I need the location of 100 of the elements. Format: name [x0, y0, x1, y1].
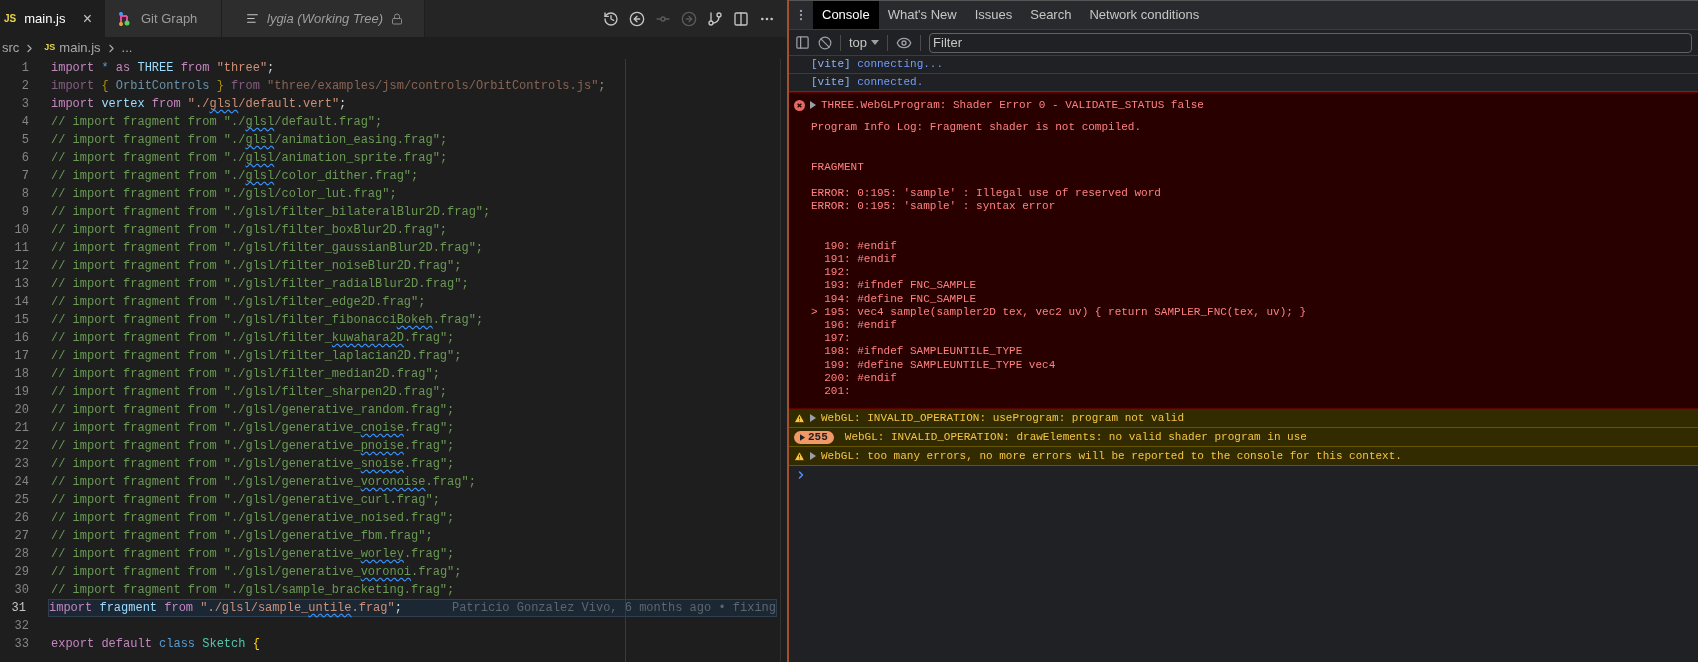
branch-icon[interactable]: [707, 10, 723, 27]
code-line: // import fragment from "./glsl/filter_radialBlur2D.frag";: [51, 276, 469, 293]
code-line: import vertex from "./glsl/default.vert";: [51, 96, 347, 113]
editor-tab[interactable]: lygia (Working Tree): [222, 0, 425, 37]
code-line: // import fragment from "./glsl/generative_voronoi.frag";: [51, 564, 462, 581]
line-number: 23: [13, 456, 29, 473]
line-number: 27: [13, 528, 29, 545]
code-line: import * as THREE from "three";: [51, 60, 275, 77]
line-number: 28: [13, 546, 29, 563]
code-line: // import fragment from "./glsl/filter_gaussianBlur2D.frag";: [51, 240, 484, 257]
editor-tab[interactable]: JS main.js ×: [0, 0, 105, 37]
tab-label: Git Graph: [141, 9, 198, 28]
warning-text: WebGL: INVALID_OPERATION: useProgram: program not valid: [821, 411, 1185, 426]
dropdown-caret-icon: [871, 40, 880, 45]
line-number: 26: [13, 510, 29, 527]
line-number: 6: [20, 150, 29, 167]
tab-label: main.js: [24, 9, 66, 28]
line-number: 18: [13, 366, 29, 383]
code-line: // import fragment from "./glsl/filter_median2D.frag";: [51, 366, 440, 383]
line-number: 20: [13, 402, 29, 419]
history-icon[interactable]: [603, 10, 619, 27]
code-line: // import fragment from "./glsl/sample_bracketing.frag";: [51, 582, 455, 599]
code-line: // import fragment from "./glsl/generative_snoise.frag";: [51, 456, 455, 473]
code-line: // import fragment from "./glsl/generative_noised.frag";: [51, 510, 455, 527]
code-line: import fragment from "./glsl/sample_untile.frag";: [49, 600, 402, 617]
error-details: Program Info Log: Fragment shader is not compiled. FRAGMENT ERROR: 0:195: 'sample' : Illegal use of reserved word ERROR: 0:195: 'sample' : syntax error 190: #endif 191: #endif 192: 193: #ifndef FNC_SAMPLE 194: #define FNC_SAMPLE > 195: vec4 sample(sampler2D tex, vec2 uv) { return SAMPLER_FNC(tex, uv); } 196: #endif 197: 198: #ifndef SAMPLEUNTILE_TYPE 199: #define SAMPLEUNTILE_TYPE vec4 200: #endif 201:: [810, 121, 1308, 399]
line-number: 32: [13, 618, 29, 635]
line-number: 11: [13, 240, 29, 257]
code-line: // import fragment from "./glsl/generative_worley.frag";: [51, 546, 455, 563]
blame-annotation: Patricio Gonzalez Vivo, 6 months ago • fixing: [451, 600, 776, 617]
line-number: 24: [13, 474, 29, 491]
line-number: 33: [13, 636, 29, 653]
devtools-tab[interactable]: Network conditions: [1080, 1, 1209, 29]
expand-triangle-icon[interactable]: [810, 101, 816, 109]
code-line: // import fragment from "./glsl/filter_sharpen2D.frag";: [51, 384, 448, 401]
expand-triangle-icon[interactable]: [810, 452, 816, 461]
context-select[interactable]: top: [849, 32, 880, 53]
code-line: // import fragment from "./glsl/generative_random.frag";: [51, 402, 455, 419]
line-number: 31: [10, 600, 26, 617]
line-number: 16: [13, 330, 29, 347]
code-line: // import fragment from "./glsl/generative_cnoise.frag";: [51, 420, 455, 437]
code-line: // import fragment from "./glsl/filter_laplacian2D.frag";: [51, 348, 462, 365]
warning-text: WebGL: INVALID_OPERATION: drawElements: no valid shader program in use: [844, 430, 1307, 445]
line-number: 14: [13, 294, 29, 311]
line-number: 9: [20, 204, 29, 221]
warning-icon: [794, 412, 805, 424]
split-editor-icon[interactable]: [733, 10, 749, 27]
line-number: 15: [13, 312, 29, 329]
js-file-icon: JS: [44, 41, 56, 55]
js-file-icon: JS: [4, 11, 17, 26]
breadcrumb-item[interactable]: main.js: [59, 38, 101, 58]
breadcrumb-item[interactable]: ...: [121, 38, 133, 58]
line-number: 22: [13, 438, 29, 455]
devtools-tab[interactable]: Issues: [965, 1, 1022, 29]
code-line: // import fragment from "./glsl/generative_voronoise.frag";: [51, 474, 476, 491]
devtools-tab[interactable]: Search: [1021, 1, 1081, 29]
console-message: [vite] connecting...: [789, 56, 1698, 74]
line-number: 7: [20, 168, 29, 185]
code-line: // import fragment from "./glsl/filter_boxBlur2D.frag";: [51, 222, 448, 239]
error-icon: [794, 99, 805, 111]
sidebar-toggle-icon[interactable]: [795, 35, 810, 50]
line-number: 4: [20, 114, 29, 131]
line-number: 3: [20, 96, 29, 113]
code-line: // import fragment from "./glsl/filter_bilateralBlur2D.frag";: [51, 204, 491, 221]
line-number: 17: [13, 348, 29, 365]
line-number: 12: [13, 258, 29, 275]
code-line: // import fragment from "./glsl/filter_edge2D.frag";: [51, 294, 426, 311]
line-number: 30: [13, 582, 29, 599]
code-line: // import fragment from "./glsl/filter_fibonacciBokeh.frag";: [51, 312, 484, 329]
line-number: 5: [20, 132, 29, 149]
error-text: THREE.WebGLProgram: Shader Error 0 - VALIDATE_STATUS false: [821, 97, 1204, 113]
line-number: 8: [20, 186, 29, 203]
clear-console-icon[interactable]: [818, 35, 832, 50]
repeat-count-badge[interactable]: 255: [794, 430, 834, 444]
line-number: 21: [13, 420, 29, 437]
close-icon[interactable]: ×: [82, 10, 92, 27]
code-line: // import fragment from "./glsl/default.frag";: [51, 114, 383, 131]
filter-field[interactable]: Filter: [929, 32, 1692, 53]
code-line: // import fragment from "./glsl/generative_curl.frag";: [51, 492, 440, 509]
devtools-tab[interactable]: Console: [813, 1, 879, 29]
line-number: 1: [20, 60, 29, 77]
editor-tab[interactable]: Git Graph: [105, 0, 222, 37]
line-number: 2: [20, 78, 29, 95]
code-line: export default class Sketch {: [51, 636, 260, 653]
text-file-icon: [246, 12, 259, 25]
line-number: 29: [13, 564, 29, 581]
warning-icon: [794, 450, 805, 462]
warning-text: WebGL: too many errors, no more errors will be reported to the console for this context.: [821, 449, 1402, 464]
devtools-tab[interactable]: What's New: [878, 1, 966, 29]
expand-triangle-icon[interactable]: [810, 414, 816, 423]
code-line: // import fragment from "./glsl/generative_fbm.frag";: [51, 528, 433, 545]
code-line: import { OrbitControls } from "three/examples/jsm/controls/OrbitControls.js";: [51, 78, 606, 95]
line-number: 25: [13, 492, 29, 509]
code-line: // import fragment from "./glsl/filter_noiseBlur2D.frag";: [51, 258, 462, 275]
breadcrumb-item[interactable]: src: [2, 38, 20, 58]
tab-label: lygia (Working Tree): [267, 9, 384, 28]
line-number: 13: [13, 276, 29, 293]
code-line: // import fragment from "./glsl/generative_pnoise.frag";: [51, 438, 455, 455]
code-line: // import fragment from "./glsl/color_lut.frag";: [51, 186, 397, 203]
line-number: 10: [13, 222, 29, 239]
